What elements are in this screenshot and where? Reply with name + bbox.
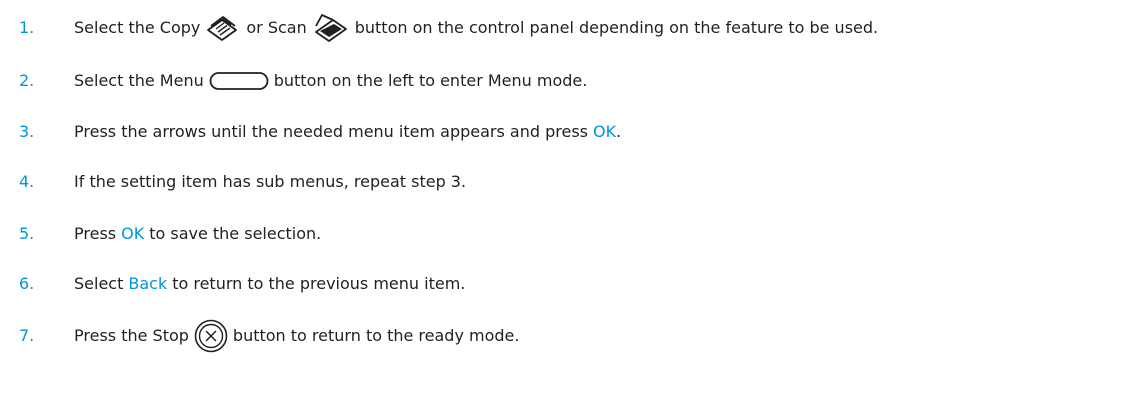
step-text: Select the Copy or Scan button on the co… (74, 10, 878, 46)
step-text-part: Select the Copy (74, 18, 201, 37)
step-text: If the setting item has sub menus, repea… (74, 164, 466, 200)
step-text-part: or Scan (246, 18, 307, 37)
step-text-part: If the setting item has sub menus, repea… (74, 172, 467, 191)
ok-label: OK (593, 122, 617, 141)
step-2: 2. Select the Menu button on the left to… (0, 63, 1129, 99)
step-text: Select the Menu button on the left to en… (74, 63, 587, 99)
ok-label: OK (121, 224, 145, 243)
step-number: 7. (19, 326, 35, 345)
step-text-part: to return to the previous menu item. (172, 274, 466, 293)
menu-button-icon (209, 72, 269, 90)
scan-icon (314, 14, 347, 42)
step-number: 2. (19, 71, 35, 90)
step-3: 3. Press the arrows until the needed men… (0, 114, 1129, 150)
step-text: Press the Stop button to return to the r… (74, 318, 519, 354)
step-text: Press the arrows until the needed menu i… (74, 114, 621, 150)
step-text-part: Press the arrows until the needed menu i… (74, 122, 588, 141)
step-4: 4. If the setting item has sub menus, re… (0, 164, 1129, 200)
step-text-part: Press (74, 224, 117, 243)
stop-icon (194, 319, 228, 353)
step-text-part: Select (74, 274, 124, 293)
step-6: 6. Select Back to return to the previous… (0, 266, 1129, 302)
step-5: 5. Press OK to save the selection. (0, 216, 1129, 252)
back-label: Back (128, 274, 168, 293)
step-text-part: Select the Menu (74, 71, 204, 90)
step-text: Select Back to return to the previous me… (74, 266, 465, 302)
copy-icon (207, 16, 238, 41)
step-text-part: button to return to the ready mode. (232, 326, 520, 345)
step-number: 1. (19, 18, 35, 37)
step-number: 6. (19, 274, 35, 293)
step-number: 5. (19, 224, 35, 243)
step-number: 4. (19, 172, 35, 191)
step-7: 7. Press the Stop button to return to th… (0, 318, 1129, 354)
step-1: 1. Select the Copy or Scan button on the… (0, 10, 1129, 46)
step-text-part: button on the control panel depending on… (354, 18, 879, 37)
step-text-part: . (616, 122, 622, 141)
step-text: Press OK to save the selection. (74, 216, 321, 252)
step-text-part: to save the selection. (149, 224, 322, 243)
step-number: 3. (19, 122, 35, 141)
step-text-part: button on the left to enter Menu mode. (273, 71, 588, 90)
step-text-part: Press the Stop (74, 326, 189, 345)
